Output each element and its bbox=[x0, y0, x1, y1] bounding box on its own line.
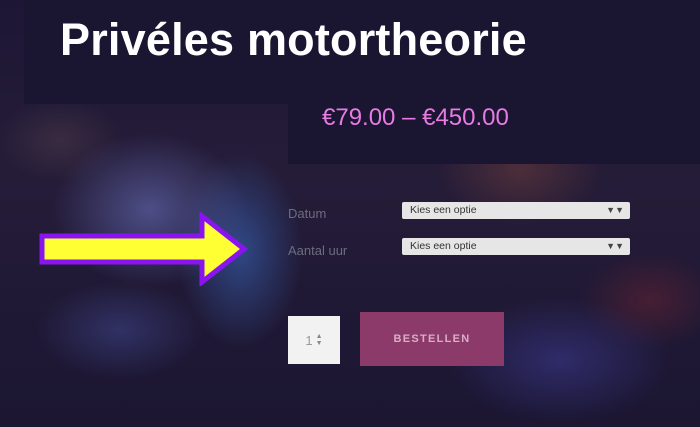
datum-select-value: Kies een optie bbox=[410, 204, 477, 216]
order-button[interactable]: BESTELLEN bbox=[360, 312, 504, 366]
aantal-uur-label: Aantal uur bbox=[288, 243, 348, 258]
chevron-down-icon: ▼▼ bbox=[606, 205, 624, 215]
datum-select[interactable]: Kies een optie ▼▼ bbox=[402, 202, 630, 219]
datum-label: Datum bbox=[288, 206, 327, 221]
aantal-uur-select[interactable]: Kies een optie ▼▼ bbox=[402, 238, 630, 255]
quantity-stepper[interactable]: 1 ▲ ▼ bbox=[288, 316, 340, 364]
price-range: €79.00 – €450.00 bbox=[322, 104, 509, 131]
arrow-right-icon bbox=[39, 212, 248, 286]
chevron-down-icon: ▼▼ bbox=[606, 241, 624, 251]
aantal-uur-select-value: Kies een optie bbox=[410, 240, 477, 252]
quantity-value: 1 bbox=[305, 332, 313, 348]
product-title: Privéles motortheorie bbox=[60, 14, 527, 65]
stepper-arrows-icon[interactable]: ▲ ▼ bbox=[316, 333, 323, 347]
